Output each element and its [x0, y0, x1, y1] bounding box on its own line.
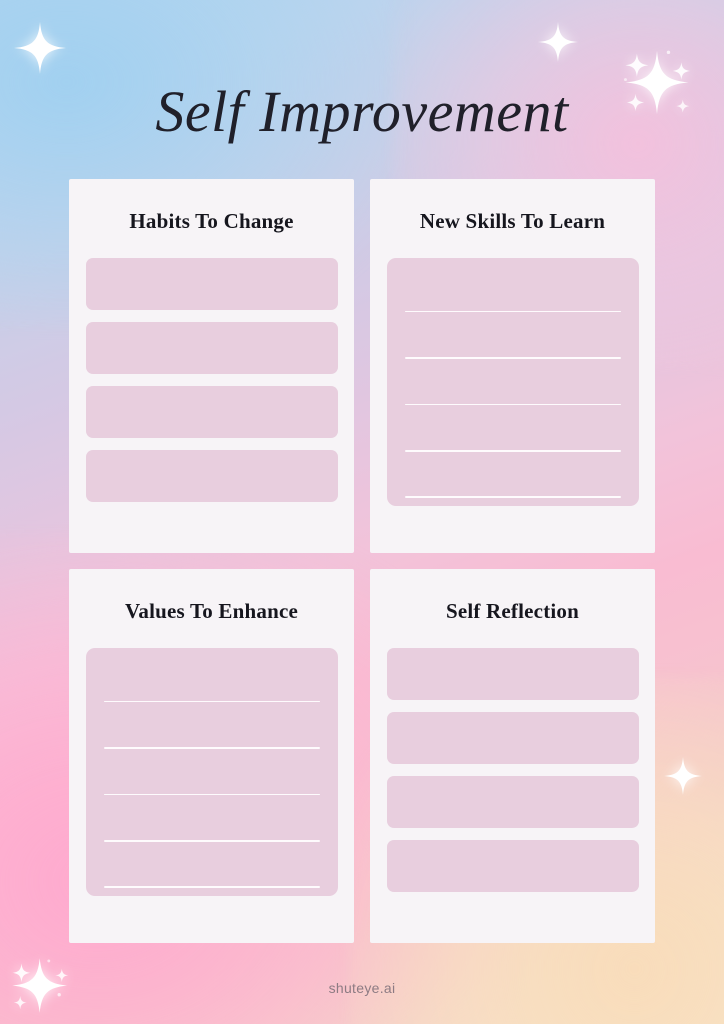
habits-to-change-bar-3[interactable] [85, 385, 338, 438]
new-skills-to-learn-body [386, 257, 639, 535]
habits-to-change-bar-2[interactable] [85, 321, 338, 374]
values-to-enhance-body [85, 647, 338, 925]
rule-slot [387, 359, 639, 406]
habits-to-change-bar-list [85, 257, 338, 535]
page-title: Self Improvement [155, 79, 569, 144]
content-area: Self Improvement Habits To Change New Sk… [0, 0, 724, 1024]
habits-to-change-bar-4[interactable] [85, 449, 338, 502]
rule-slot [387, 312, 639, 359]
card-habits-to-change: Habits To Change [69, 178, 354, 553]
self-reflection-bar-2[interactable] [386, 711, 639, 764]
rule-slot [387, 266, 639, 313]
self-reflection-bar-1[interactable] [386, 647, 639, 700]
values-to-enhance-writing-area[interactable] [85, 647, 338, 896]
new-skills-rule-5 [404, 496, 621, 498]
self-reflection-bar-4[interactable] [386, 839, 639, 892]
rule-slot [387, 405, 639, 452]
planner-page: Self Improvement Habits To Change New Sk… [0, 0, 724, 1024]
card-new-skills-to-learn: New Skills To Learn [370, 178, 655, 553]
rule-slot [387, 452, 639, 498]
card-title-values-to-enhance: Values To Enhance [124, 598, 299, 623]
card-values-to-enhance: Values To Enhance [69, 568, 354, 943]
card-title-habits-to-change: Habits To Change [129, 208, 294, 233]
habits-to-change-bar-1[interactable] [85, 257, 338, 310]
values-rule-5 [103, 886, 320, 888]
card-grid: Habits To Change New Skills To Learn Val… [69, 178, 655, 943]
card-title-new-skills-to-learn: New Skills To Learn [419, 208, 606, 233]
new-skills-to-learn-writing-area[interactable] [386, 257, 639, 506]
card-title-self-reflection: Self Reflection [445, 598, 580, 623]
rule-slot [86, 656, 338, 703]
self-reflection-bar-3[interactable] [386, 775, 639, 828]
card-self-reflection: Self Reflection [370, 568, 655, 943]
rule-slot [86, 749, 338, 796]
self-reflection-bar-list [386, 647, 639, 925]
rule-slot [86, 702, 338, 749]
rule-slot [86, 842, 338, 888]
rule-slot [86, 795, 338, 842]
footer-brand: shuteye.ai [328, 980, 396, 996]
